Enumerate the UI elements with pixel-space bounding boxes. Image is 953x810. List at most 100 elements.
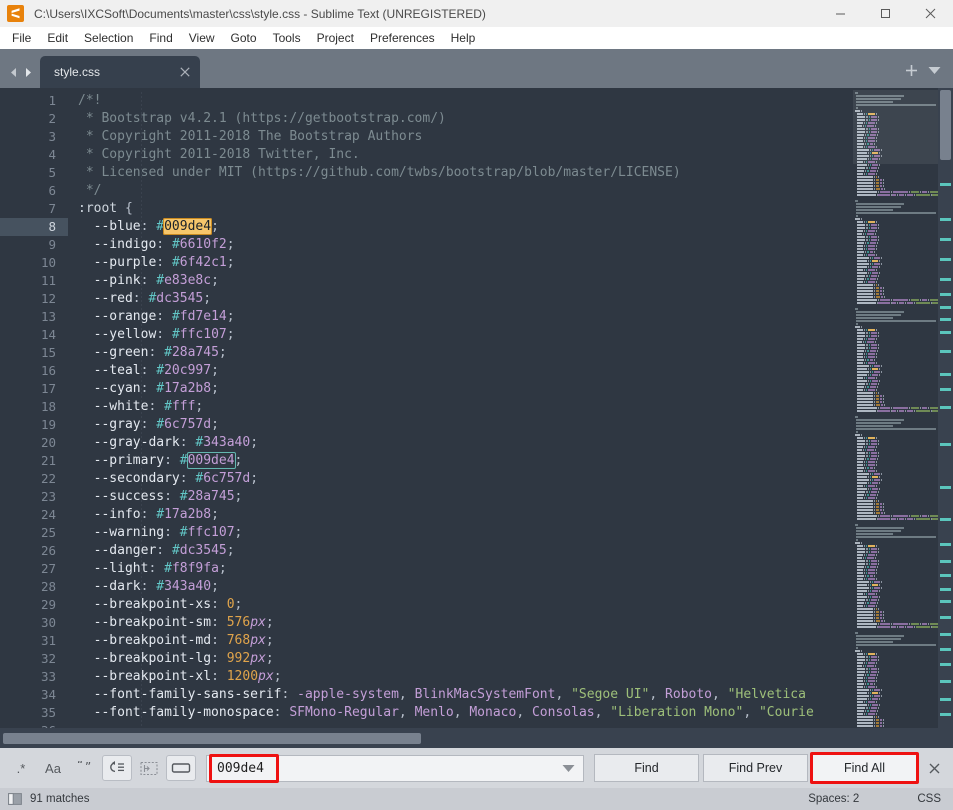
minimap-segment bbox=[866, 343, 868, 346]
minimap-segment bbox=[873, 580, 881, 583]
minimap-segment bbox=[864, 436, 866, 439]
code-token: --breakpoint-md bbox=[78, 633, 212, 648]
minimap-segment bbox=[866, 490, 868, 493]
maximize-button[interactable] bbox=[863, 0, 908, 27]
minimap-segment bbox=[866, 328, 868, 331]
minimap-segment bbox=[878, 301, 890, 304]
minimap-segment bbox=[857, 508, 873, 511]
tab-dropdown-icon[interactable] bbox=[928, 66, 941, 75]
menu-item-help[interactable]: Help bbox=[443, 28, 484, 48]
minimap-segment bbox=[869, 580, 871, 583]
minimap-segment bbox=[857, 385, 865, 388]
code-token: : bbox=[156, 327, 172, 342]
whole-word-toggle[interactable]: “ ” bbox=[70, 755, 100, 781]
minimap-segment bbox=[869, 373, 871, 376]
minimap-segment bbox=[876, 349, 878, 352]
find-input[interactable]: 009de4 bbox=[206, 753, 584, 783]
minimap-segment bbox=[871, 256, 873, 259]
code-token: --info bbox=[78, 507, 141, 522]
minimap-segment bbox=[873, 391, 875, 394]
minimap-segment bbox=[875, 715, 877, 718]
minimap-segment bbox=[868, 331, 870, 334]
minimap-segment bbox=[879, 514, 891, 517]
code-token: : bbox=[211, 651, 227, 666]
vertical-scrollbar-thumb[interactable] bbox=[940, 90, 951, 160]
minimap-segment bbox=[868, 469, 875, 472]
tab-next-arrow-icon[interactable] bbox=[23, 67, 34, 78]
menu-item-selection[interactable]: Selection bbox=[76, 28, 141, 48]
minimap-segment bbox=[857, 718, 873, 721]
code-token: --danger bbox=[78, 543, 157, 558]
scrollbar-match-marker bbox=[940, 616, 951, 619]
new-tab-icon[interactable] bbox=[905, 64, 918, 77]
scrollbar-match-marker bbox=[940, 648, 951, 651]
minimap-segment bbox=[868, 658, 870, 661]
minimap-segment bbox=[875, 295, 881, 298]
code-token: fd7e14 bbox=[179, 309, 227, 324]
minimap-segment bbox=[910, 190, 920, 193]
menu-item-view[interactable]: View bbox=[181, 28, 223, 48]
tab-close-icon[interactable] bbox=[154, 67, 190, 77]
minimap-segment bbox=[873, 718, 875, 721]
horizontal-scrollbar[interactable] bbox=[0, 728, 953, 748]
minimap-segment bbox=[891, 514, 893, 517]
minimap-segment bbox=[856, 424, 893, 427]
regex-toggle[interactable]: .* bbox=[6, 755, 36, 781]
case-sensitive-toggle[interactable]: Aa bbox=[38, 755, 68, 781]
minimap-segment bbox=[857, 253, 864, 256]
minimap-segment bbox=[920, 406, 921, 409]
sidebar-toggle-icon[interactable] bbox=[6, 793, 24, 805]
minimap-segment bbox=[927, 514, 929, 517]
code-token: : bbox=[273, 705, 290, 720]
minimize-button[interactable] bbox=[818, 0, 863, 27]
highlight-results-toggle[interactable] bbox=[166, 755, 196, 781]
menu-item-edit[interactable]: Edit bbox=[39, 28, 76, 48]
find-button[interactable]: Find bbox=[594, 754, 699, 782]
minimap-segment bbox=[857, 511, 873, 514]
minimap-segment bbox=[883, 292, 885, 295]
minimap-segment bbox=[875, 685, 877, 688]
wrap-toggle[interactable] bbox=[102, 755, 132, 781]
code-token: 992 bbox=[226, 651, 251, 666]
indentation-status[interactable]: Spaces: 2 bbox=[808, 793, 859, 805]
minimap-segment bbox=[864, 136, 866, 139]
minimap-segment bbox=[904, 409, 906, 412]
line-number: 24 bbox=[40, 507, 56, 522]
find-bar-close-icon[interactable] bbox=[921, 754, 947, 782]
syntax-status[interactable]: CSS bbox=[917, 793, 941, 805]
minimap-segment bbox=[881, 256, 883, 259]
find-history-dropdown-icon[interactable] bbox=[562, 764, 583, 773]
tab-prev-arrow-icon[interactable] bbox=[8, 67, 19, 78]
menu-item-file[interactable]: File bbox=[4, 28, 39, 48]
close-button[interactable] bbox=[908, 0, 953, 27]
line-number: 18 bbox=[40, 399, 56, 414]
tab-style-css[interactable]: style.css bbox=[40, 56, 200, 88]
minimap[interactable] bbox=[853, 88, 938, 728]
menu-item-tools[interactable]: Tools bbox=[265, 28, 309, 48]
menu-item-goto[interactable]: Goto bbox=[223, 28, 265, 48]
minimap-segment bbox=[866, 376, 868, 379]
minimap-segment bbox=[930, 409, 932, 412]
minimap-segment bbox=[881, 370, 883, 373]
minimap-segment bbox=[869, 250, 873, 253]
minimap-segment bbox=[857, 463, 864, 466]
menu-item-find[interactable]: Find bbox=[141, 28, 180, 48]
minimap-segment bbox=[881, 688, 883, 691]
find-input-value[interactable]: 009de4 bbox=[213, 760, 268, 777]
in-selection-toggle[interactable] bbox=[134, 755, 164, 781]
find-prev-button[interactable]: Find Prev bbox=[703, 754, 808, 782]
minimap-segment bbox=[884, 187, 886, 190]
horizontal-scrollbar-thumb[interactable] bbox=[3, 733, 421, 744]
minimap-segment bbox=[866, 604, 868, 607]
menu-item-preferences[interactable]: Preferences bbox=[362, 28, 443, 48]
find-all-button[interactable]: Find All bbox=[810, 752, 919, 784]
line-number: 9 bbox=[48, 237, 56, 252]
menu-item-project[interactable]: Project bbox=[309, 28, 362, 48]
code-content[interactable]: /*! * Bootstrap v4.2.1 (https://getboots… bbox=[68, 88, 853, 728]
code-line: :root { bbox=[68, 200, 853, 218]
vertical-scrollbar[interactable] bbox=[938, 88, 953, 728]
minimap-segment bbox=[868, 553, 875, 556]
minimap-segment bbox=[869, 148, 871, 151]
code-token: BlinkMacSystemFont bbox=[414, 687, 556, 702]
minimap-segment bbox=[891, 190, 893, 193]
